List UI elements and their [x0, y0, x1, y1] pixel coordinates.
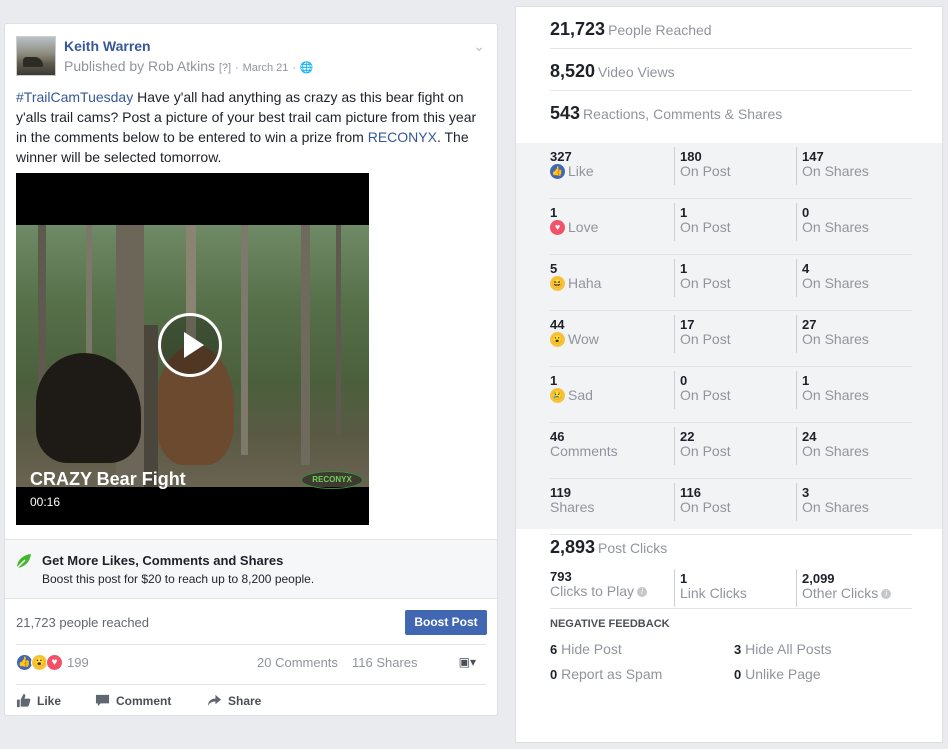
- divider: [16, 684, 486, 685]
- breakdown-on-shares: 4 On Shares: [796, 259, 916, 297]
- breakdown-on-shares: 24 On Shares: [796, 427, 916, 465]
- published-by[interactable]: Published by Rob Atkins: [64, 58, 215, 74]
- breakdown-total: 46 Comments: [550, 429, 618, 459]
- author-avatar[interactable]: [16, 36, 56, 76]
- breakdown-on-post: 0 On Post: [674, 371, 794, 409]
- report-spam-stat: 0 Report as Spam: [550, 666, 663, 682]
- share-button[interactable]: Share: [207, 693, 261, 708]
- breakdown-row-sad: 1 😢 Sad 0 On Post 1 On Shares: [550, 367, 912, 423]
- reactions-summary: 👍 😮 ♥ 199 20 Comments 116 Shares ▣▾: [16, 651, 486, 677]
- hide-post-stat: 6 Hide Post: [550, 641, 622, 657]
- comment-button[interactable]: Comment: [95, 693, 171, 708]
- video-title: CRAZY Bear Fight: [30, 469, 186, 489]
- people-reached-text[interactable]: 21,723 people reached: [16, 615, 149, 630]
- other-clicks: 2,099 Other Clicks i: [796, 569, 916, 607]
- breakdown-on-post: 116 On Post: [674, 483, 794, 521]
- breakdown-on-post: 1 On Post: [674, 259, 794, 297]
- audience-selector-icon[interactable]: ▣▾: [459, 655, 476, 669]
- breakdown-row-haha: 5 😆 Haha 1 On Post 4 On Shares: [550, 255, 912, 311]
- breakdown-on-post: 180 On Post: [674, 147, 794, 185]
- breakdown-row-love: 1 ♥ Love 1 On Post 0 On Shares: [550, 199, 912, 255]
- post-card: Keith Warren Published by Rob Atkins [?]…: [4, 23, 498, 716]
- chevron-down-icon[interactable]: ⌄: [473, 38, 485, 55]
- breakdown-row-shares: 119 Shares 116 On Post 3 On Shares: [550, 479, 912, 535]
- boost-post-button[interactable]: Boost Post: [405, 610, 487, 635]
- breakdown-on-post: 1 On Post: [674, 203, 794, 241]
- reconyx-watermark: RECONYX: [301, 471, 363, 489]
- video-duration: 00:16: [30, 495, 61, 509]
- leaf-icon: [16, 554, 31, 569]
- link-clicks: 1 Link Clicks: [674, 569, 794, 607]
- post-text: #TrailCamTuesday Have y'all had anything…: [16, 89, 477, 165]
- promo-title[interactable]: Get More Likes, Comments and Shares: [42, 553, 283, 568]
- clicks-to-play: 793 Clicks to Play i: [550, 569, 670, 599]
- globe-icon: 🌐: [299, 62, 314, 74]
- unlike-page-stat: 0 Unlike Page: [734, 666, 821, 682]
- breakdown-total: 5 😆 Haha: [550, 261, 602, 291]
- breakdown-on-shares: 147 On Shares: [796, 147, 916, 185]
- wow-icon: 😮: [550, 332, 565, 347]
- breakdown-on-post: 22 On Post: [674, 427, 794, 465]
- share-arrow-icon: [207, 694, 222, 707]
- thumbs-up-icon: [16, 693, 31, 708]
- breakdown-total: 1 😢 Sad: [550, 373, 593, 403]
- breakdown-row-like: 327 👍 Like 180 On Post 147 On Shares: [550, 143, 912, 199]
- post-date[interactable]: March 21: [243, 62, 289, 74]
- action-bar: Like Comment Share: [16, 690, 486, 712]
- haha-icon: 😆: [550, 276, 565, 291]
- video-views-stat: 8,520 Video Views: [550, 61, 675, 81]
- video-player[interactable]: RECONYX CRAZY Bear Fight 00:16: [16, 173, 369, 525]
- engagement-stat: 543 Reactions, Comments & Shares: [550, 103, 783, 123]
- breakdown-total: 1 ♥ Love: [550, 205, 599, 235]
- hashtag-link[interactable]: #TrailCamTuesday: [16, 89, 133, 105]
- like-icon: 👍: [550, 164, 565, 179]
- post-header: Keith Warren Published by Rob Atkins [?]…: [16, 36, 485, 78]
- play-icon[interactable]: [158, 313, 222, 377]
- shares-count[interactable]: 116 Shares: [352, 655, 418, 670]
- insights-panel: 21,723 People Reached 8,520 Video Views 54…: [515, 6, 943, 743]
- reconyx-link[interactable]: RECONYX: [368, 129, 437, 145]
- breakdown-on-shares: 27 On Shares: [796, 315, 916, 353]
- comments-count[interactable]: 20 Comments: [257, 655, 338, 670]
- negative-feedback-title: NEGATIVE FEEDBACK: [550, 618, 670, 630]
- comment-icon: [95, 694, 110, 707]
- publish-info: Published by Rob Atkins [?] · March 21 ·…: [64, 58, 314, 74]
- info-icon[interactable]: i: [637, 586, 648, 597]
- breakdown-row-wow: 44 😮 Wow 17 On Post 27 On Shares: [550, 311, 912, 367]
- like-button[interactable]: Like: [16, 693, 61, 708]
- boost-promo: Get More Likes, Comments and Shares Boos…: [5, 539, 497, 599]
- divider: [16, 644, 486, 645]
- breakdown-total: 119 Shares: [550, 485, 595, 515]
- help-marker[interactable]: [?]: [219, 62, 231, 74]
- reaction-count[interactable]: 199: [67, 655, 89, 670]
- promo-subtitle: Boost this post for $20 to reach up to 8…: [42, 572, 315, 586]
- love-reaction-icon[interactable]: ♥: [46, 654, 63, 671]
- post-clicks-stat: 2,893 Post Clicks: [550, 537, 668, 557]
- clicks-breakdown: 793 Clicks to Play i 1 Link Clicks 2,099 …: [550, 569, 912, 609]
- breakdown-total: 44 😮 Wow: [550, 317, 599, 347]
- author-name[interactable]: Keith Warren: [64, 38, 151, 54]
- info-icon[interactable]: i: [881, 588, 892, 599]
- breakdown-on-shares: 1 On Shares: [796, 371, 916, 409]
- hide-all-posts-stat: 3 Hide All Posts: [734, 641, 832, 657]
- breakdown-total: 327 👍 Like: [550, 149, 594, 179]
- breakdown-row-comments: 46 Comments 22 On Post 24 On Shares: [550, 423, 912, 479]
- love-icon: ♥: [550, 220, 565, 235]
- breakdown-on-post: 17 On Post: [674, 315, 794, 353]
- people-reached-stat: 21,723 People Reached: [550, 19, 712, 39]
- breakdown-on-shares: 0 On Shares: [796, 203, 916, 241]
- engagement-breakdown: 327 👍 Like 180 On Post 147 On Shares 1 ♥ L…: [516, 143, 942, 535]
- breakdown-on-shares: 3 On Shares: [796, 483, 916, 521]
- sad-icon: 😢: [550, 388, 565, 403]
